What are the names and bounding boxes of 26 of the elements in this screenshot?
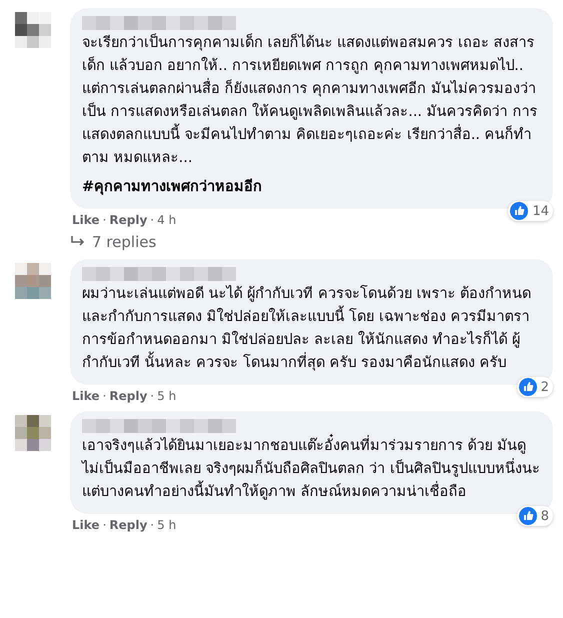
like-link[interactable]: Like [72,213,100,227]
like-link[interactable]: Like [72,389,100,403]
thumbs-up-icon [510,202,528,220]
separator-dot: · [102,213,106,227]
reply-link[interactable]: Reply [109,389,148,403]
view-replies-link[interactable]: 7 replies [70,233,553,251]
reaction-count[interactable]: 2 [516,377,553,397]
comment-text: เอาจริงๆแล้วได้ยินมาเยอะมากชอบแต๊ะอั๋งคนที่มาร่วมรายการ ด้วย มันดูไม่เป็นมืออาชีพเลย จริงๆผมก็นับถือศิลปินตลก ว่า เป็นศิลปินรูปแบบหนึ่งนะ แต่บางคนทำอย่างนี้มันทำให้ดูภาพ ลักษณ์หมดความน่าเชื่อถือ [82,435,541,504]
separator-dot: · [150,213,154,227]
separator-dot: · [150,518,154,532]
separator-dot: · [102,518,106,532]
thumbs-up-icon [518,378,537,396]
reply-link[interactable]: Reply [109,213,148,227]
reaction-count[interactable]: 8 [516,506,553,526]
separator-dot: · [102,389,106,403]
thumbs-up-icon [518,507,537,525]
reply-link[interactable]: Reply [109,518,148,532]
hashtag-link[interactable]: #คุกคามทางเพศกว่าหอมอีก [82,176,541,199]
timestamp[interactable]: 4 h [157,213,176,227]
separator-dot: · [150,389,154,403]
comment-text: จะเรียกว่าเป็นการคุกคามเด็ก เลยก็ได้นะ แสดงแต่พอสมควร เถอะ สงสารเด็ก แล้วบอก อยากให้.. การเหยียดเพศ การถูก คุกคามทางเพศหมดไป.. แต่การเล่นตลกผ่านสื่อ ก็ยังแสดงการ คุกคามทางเพศอีก มันไม่ควรมองว่าเป็น การแสดงหรือเล่นตลก ให้คนดูเพลิดเพลินแล้วละ... มันควรคิดว่า การแสดงตลกแบบนี้ จะมีคนไปทำตาม คิดเยอะๆเถอะค่ะ เรียกว่าสื่อ.. คนก็ทำตาม หมดแหละ... [82,32,538,168]
timestamp[interactable]: 5 h [157,518,176,532]
comment-text: ผมว่านะเล่นแต่พอดี นะได้ ผู้กำกับเวที ควรจะโดนด้วย เพราะ ต้องกำหนดและกำกับการแสดง มิใช่ปล่อยให้เละแบบนี้ โดย เฉพาะช่อง ควรมีมาตราการข้อกำหนดออกมา มิใช่ปล่อยปละ ละเลย ให้นักแสดง ทำอะไรก็ได้ ผู้กำกับเวที นั้นหละ ควรจะ โดนมากที่สุด ครับ รองมาคือนักแสดง ครับ [82,284,532,373]
reaction-count[interactable]: 14 [508,201,553,221]
timestamp[interactable]: 5 h [157,389,176,403]
like-link[interactable]: Like [72,518,100,532]
